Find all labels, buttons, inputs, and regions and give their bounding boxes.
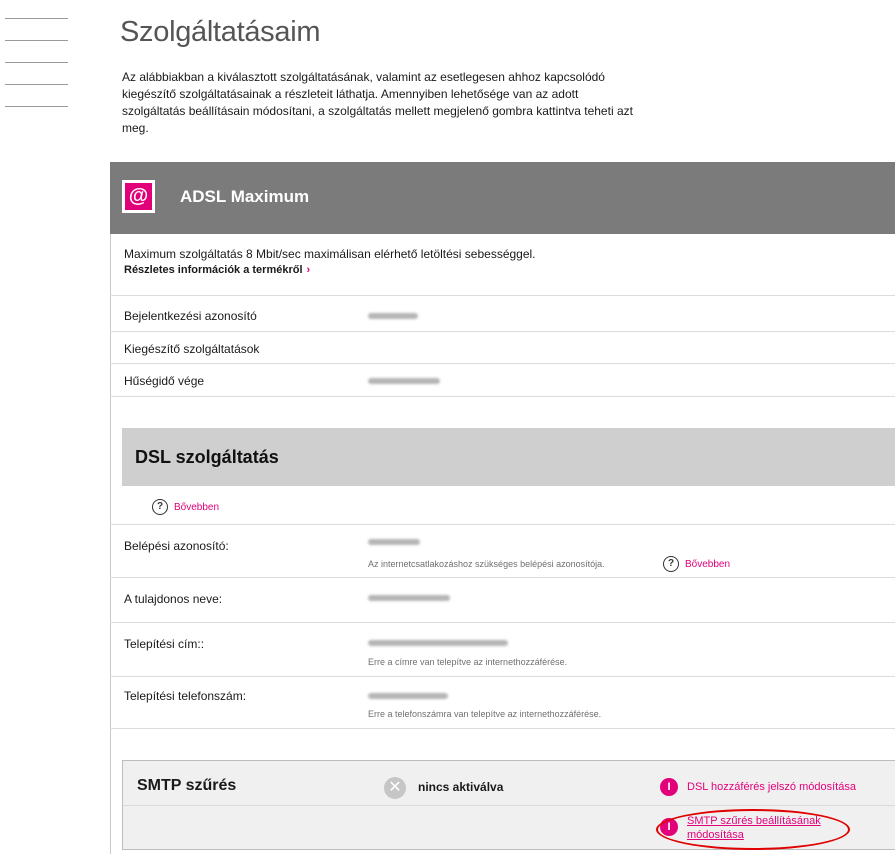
loyalty-end-label: Hűségidő vége [124, 374, 205, 388]
login-id-help: ? Bővebben [663, 556, 730, 572]
product-details-link[interactable]: Részletes információk a termékről › [124, 264, 310, 276]
intro-text: Az alábbiakban a kiválasztott szolgáltat… [122, 70, 633, 135]
field-label-address: Telepítési cím:: [124, 637, 205, 651]
adsl-title: ADSL Maximum [180, 187, 310, 206]
product-details-label[interactable]: Részletes információk a termékről [124, 264, 303, 276]
login-id-more-link[interactable]: Bővebben [685, 559, 730, 570]
field-note-address: Erre a címre van telepítve az internetho… [368, 657, 568, 667]
field-value-login-id-redacted [368, 539, 420, 545]
divider [110, 331, 895, 332]
adsl-header: @ ADSL Maximum [110, 162, 895, 234]
dsl-header: DSL szolgáltatás [122, 428, 895, 486]
highlight-annotation [656, 809, 850, 850]
divider [110, 295, 895, 296]
content-border [110, 162, 111, 854]
divider [123, 805, 895, 806]
inactive-status-icon: ✕ [384, 777, 406, 799]
at-sign-glyph: @ [125, 183, 152, 210]
login-id-label: Bejelentkezési azonosító [124, 309, 257, 323]
dsl-more-link[interactable]: Bővebben [174, 502, 219, 513]
divider [110, 676, 895, 677]
login-id-value-redacted [368, 313, 418, 319]
field-value-owner-redacted [368, 595, 450, 601]
adsl-description: Maximum szolgáltatás 8 Mbit/sec maximáli… [124, 247, 536, 261]
extra-services-label: Kiegészítő szolgáltatások [124, 342, 260, 356]
divider [110, 577, 895, 578]
field-label-login-id: Belépési azonosító: [124, 539, 229, 553]
smtp-filter-section: SMTP szűrés ✕ nincs aktiválva I DSL hozz… [122, 760, 895, 850]
question-icon[interactable]: ? [663, 556, 679, 572]
divider [110, 622, 895, 623]
main-content: Szolgáltatásaim Az alábbiakban a kiválas… [110, 0, 895, 854]
loyalty-end-value-redacted [368, 378, 440, 384]
page-title: Szolgáltatásaim [120, 16, 321, 48]
field-label-owner: A tulajdonos neve: [124, 592, 223, 606]
divider [110, 396, 895, 397]
field-note-phone: Erre a telefonszámra van telepítve az in… [368, 709, 602, 719]
dsl-help-row: ? Bővebben [152, 499, 219, 515]
field-label-phone: Telepítési telefonszám: [124, 689, 247, 703]
divider [110, 524, 895, 525]
field-note-login-id: Az internetcsatlakozáshoz szükséges belé… [368, 559, 605, 569]
dsl-password-change-link[interactable]: DSL hozzáférés jelszó módosítása [687, 781, 856, 793]
smtp-status: nincs aktiválva [418, 780, 504, 794]
info-icon: I [660, 778, 678, 796]
chevron-right-icon: › [306, 264, 311, 276]
dsl-title: DSL szolgáltatás [135, 447, 279, 467]
field-value-phone-redacted [368, 693, 448, 699]
smtp-title: SMTP szűrés [137, 777, 237, 794]
field-value-address-redacted [368, 640, 508, 646]
at-sign-icon: @ [122, 180, 155, 213]
divider [110, 363, 895, 364]
divider [110, 728, 895, 729]
left-nav-lines [5, 18, 68, 128]
question-icon[interactable]: ? [152, 499, 168, 515]
